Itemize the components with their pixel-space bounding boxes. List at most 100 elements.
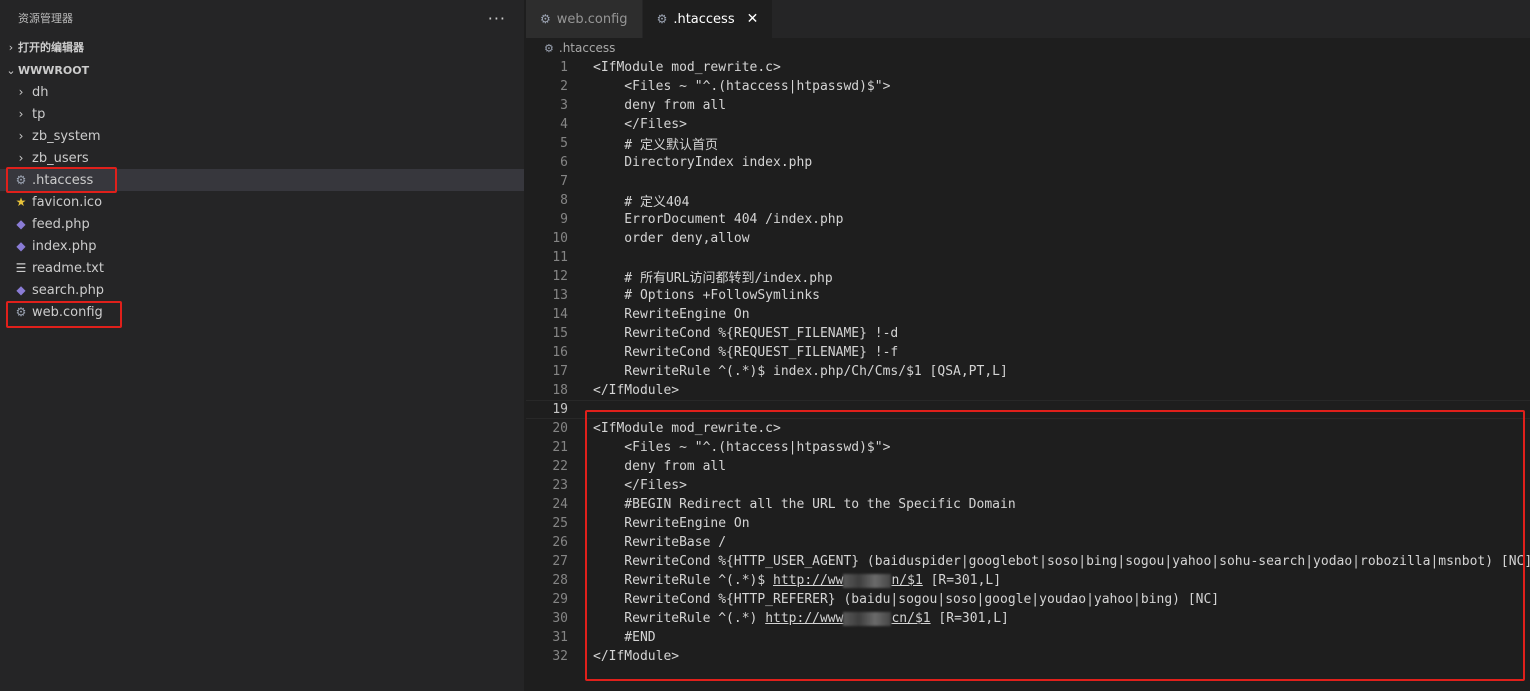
tab-web-config[interactable]: ⚙ web.config <box>526 0 643 38</box>
line-number: 29 <box>552 592 568 607</box>
tree-item-label: dh <box>32 84 49 100</box>
tree-item-label: favicon.ico <box>32 194 103 210</box>
file-item[interactable]: ☰ readme.txt <box>0 257 524 279</box>
chevron-right-icon: › <box>18 151 24 165</box>
line-number: 6 <box>560 155 568 170</box>
code-text: # Options +FollowSymlinks <box>593 288 820 303</box>
code-line: 16 RewriteCond %{REQUEST_FILENAME} !-f <box>526 343 1530 362</box>
code-text: RewriteEngine On <box>593 516 750 531</box>
folder-item[interactable]: › tp <box>0 103 524 125</box>
code-text: RewriteRule ^(.*)$ index.php/Ch/Cms/$1 [… <box>593 364 1008 379</box>
line-number: 19 <box>552 402 568 417</box>
redacted-blur <box>843 611 892 626</box>
code-line: 8 # 定义404 <box>526 191 1530 210</box>
code-text: RewriteRule ^(.*)$ http://ww n/$1 [R=301,… <box>568 573 1001 588</box>
code-line: 11 <box>526 248 1530 267</box>
folder-item[interactable]: › zb_system <box>0 125 524 147</box>
tree-item-label: .htaccess <box>32 172 94 188</box>
line-number: 15 <box>552 326 568 341</box>
code-text: </IfModule> <box>593 649 680 664</box>
gear-icon: ⚙ <box>540 12 551 26</box>
line-number: 5 <box>560 136 568 151</box>
code-text: RewriteCond %{REQUEST_FILENAME} !-f <box>593 345 899 360</box>
code-segment: RewriteRule ^(.*) <box>593 611 766 626</box>
file-item[interactable]: ★ favicon.ico <box>0 191 524 213</box>
code-segment: [R=301,L] <box>930 611 1009 626</box>
url-link[interactable]: http://www <box>765 611 843 626</box>
chevron-right-icon: › <box>18 107 24 121</box>
code-line: 15 RewriteCond %{REQUEST_FILENAME} !-d <box>526 324 1530 343</box>
chevron-right-icon: › <box>18 85 24 99</box>
tree-item-label: feed.php <box>32 216 90 232</box>
text-lines-icon: ☰ <box>15 261 27 275</box>
code-editor[interactable]: 1 <IfModule mod_rewrite.c> 2 <Files ~ "^.(… <box>526 58 1530 666</box>
code-text: order deny,allow <box>593 231 750 246</box>
code-line: 19 <box>526 400 1530 419</box>
code-line: 24 #BEGIN Redirect all the URL to the Sp… <box>526 495 1530 514</box>
code-text: deny from all <box>593 459 727 474</box>
breadcrumb-file: .htaccess <box>558 41 616 55</box>
section-wwwroot[interactable]: ⌄ WWWROOT <box>0 59 524 81</box>
file-item[interactable]: ⚙ web.config <box>0 301 524 323</box>
explorer-title: 资源管理器 <box>18 12 73 25</box>
folder-item[interactable]: › dh <box>0 81 524 103</box>
tab-htaccess[interactable]: ⚙ .htaccess ✕ <box>642 0 774 38</box>
code-line: 21 <Files ~ "^.(htaccess|htpasswd)$"> <box>526 438 1530 457</box>
code-text: RewriteCond %{HTTP_USER_AGENT} (baiduspi… <box>593 554 1530 569</box>
code-line: 22 deny from all <box>526 457 1530 476</box>
file-item[interactable]: ◆ feed.php <box>0 213 524 235</box>
line-number: 16 <box>552 345 568 360</box>
line-number: 14 <box>552 307 568 322</box>
code-line: 32 </IfModule> <box>526 647 1530 666</box>
code-line: 30 RewriteRule ^(.*) http://www cn/$1 [R=… <box>526 609 1530 628</box>
explorer-header: 资源管理器 ··· <box>0 0 524 36</box>
php-icon: ◆ <box>16 283 26 297</box>
code-line: 12 # 所有URL访问都转到/index.php <box>526 267 1530 286</box>
line-number: 7 <box>560 174 568 189</box>
code-line: 26 RewriteBase / <box>526 533 1530 552</box>
tree-item-label: tp <box>32 106 46 122</box>
code-text: <Files ~ "^.(htaccess|htpasswd)$"> <box>593 79 891 94</box>
line-number: 10 <box>552 231 568 246</box>
url-link[interactable]: cn/$1 <box>891 611 930 626</box>
breadcrumb[interactable]: ⚙ .htaccess <box>526 38 1530 58</box>
close-icon[interactable]: ✕ <box>747 11 759 27</box>
code-line: 25 RewriteEngine On <box>526 514 1530 533</box>
line-number: 11 <box>552 250 568 265</box>
line-number: 8 <box>560 193 568 208</box>
url-link[interactable]: n/$1 <box>891 573 922 588</box>
line-number: 32 <box>552 649 568 664</box>
section-open-editors[interactable]: › 打开的编辑器 <box>0 36 524 58</box>
code-line: 31 #END <box>526 628 1530 647</box>
code-text: #END <box>593 630 656 645</box>
line-number: 1 <box>560 60 568 75</box>
file-item[interactable]: ⚙ .htaccess <box>0 169 524 191</box>
code-line: 20 <IfModule mod_rewrite.c> <box>526 419 1530 438</box>
code-text: #BEGIN Redirect all the URL to the Speci… <box>593 497 1016 512</box>
line-number: 20 <box>552 421 568 436</box>
more-actions-icon[interactable]: ··· <box>488 9 506 28</box>
folder-item[interactable]: › zb_users <box>0 147 524 169</box>
code-text: RewriteEngine On <box>593 307 750 322</box>
code-text: <Files ~ "^.(htaccess|htpasswd)$"> <box>593 440 891 455</box>
code-text: ErrorDocument 404 /index.php <box>593 212 844 227</box>
code-text: <IfModule mod_rewrite.c> <box>593 60 781 75</box>
line-number: 3 <box>560 98 568 113</box>
code-text: RewriteCond %{REQUEST_FILENAME} !-d <box>593 326 899 341</box>
code-line: 2 <Files ~ "^.(htaccess|htpasswd)$"> <box>526 77 1530 96</box>
url-link[interactable]: http://ww <box>773 573 843 588</box>
tab-bar: ⚙ web.config ⚙ .htaccess ✕ <box>526 0 1530 38</box>
code-text: deny from all <box>593 98 727 113</box>
code-line: 6 DirectoryIndex index.php <box>526 153 1530 172</box>
line-number: 30 <box>552 611 568 626</box>
redacted-blur <box>843 573 892 588</box>
code-line: 3 deny from all <box>526 96 1530 115</box>
tab-label: web.config <box>556 11 628 27</box>
code-text: RewriteCond %{HTTP_REFERER} (baidu|sogou… <box>593 592 1220 607</box>
file-item[interactable]: ◆ index.php <box>0 235 524 257</box>
line-number: 28 <box>552 573 568 588</box>
tab-label: .htaccess <box>673 11 735 27</box>
gear-icon: ⚙ <box>544 41 554 55</box>
line-number: 22 <box>552 459 568 474</box>
file-item[interactable]: ◆ search.php <box>0 279 524 301</box>
